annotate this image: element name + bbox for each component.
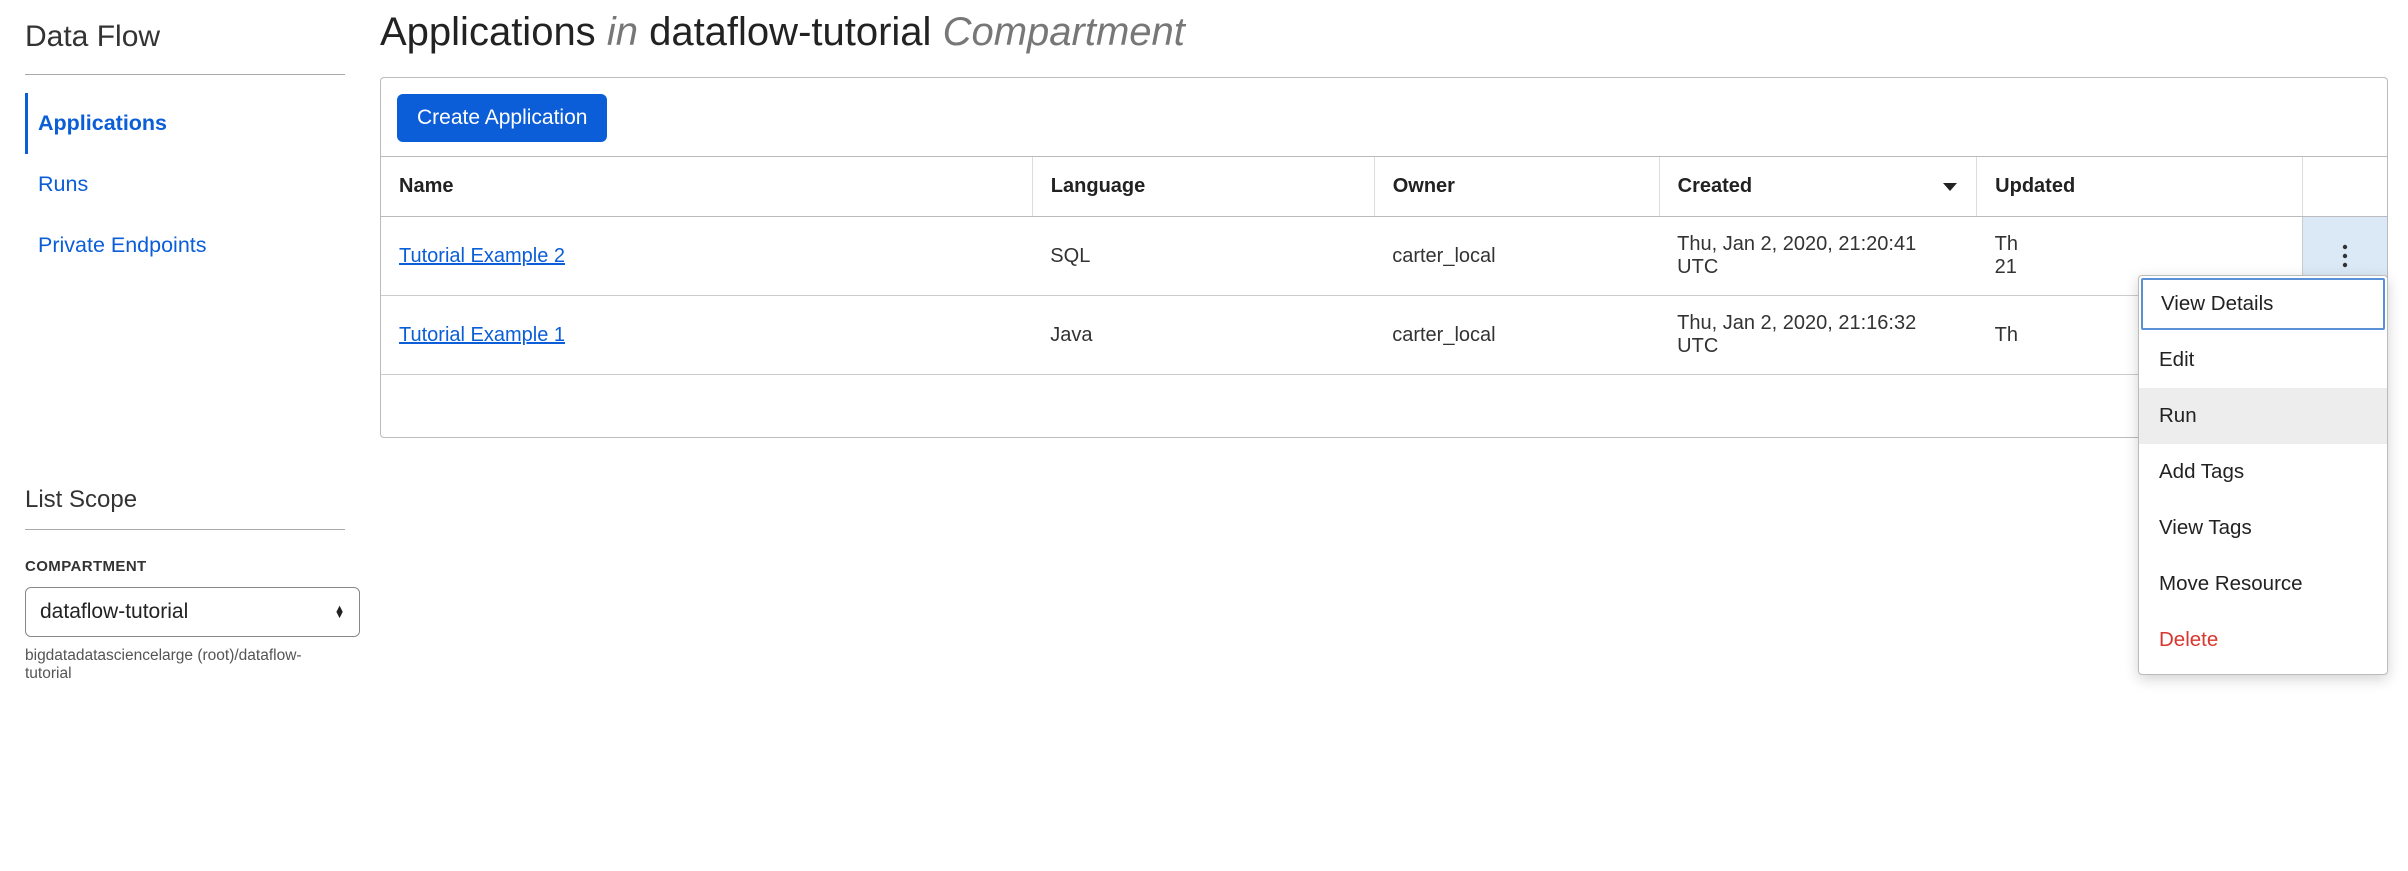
- menu-item-add-tags[interactable]: Add Tags: [2139, 444, 2387, 500]
- cell-owner: carter_local: [1374, 217, 1659, 296]
- column-header-name-label: Name: [399, 175, 453, 198]
- sidebar: Data Flow Applications Runs Private Endp…: [0, 0, 370, 871]
- compartment-path: bigdatadatasciencelarge (root)/dataflow-…: [25, 647, 345, 683]
- cell-created: Thu, Jan 2, 2020, 21:16:32 UTC: [1659, 296, 1977, 375]
- select-stepper-icon: ▲▼: [334, 606, 345, 618]
- menu-item-edit[interactable]: Edit: [2139, 332, 2387, 388]
- applications-panel: Create Application Name Language Owner: [380, 77, 2388, 438]
- menu-item-run[interactable]: Run: [2139, 388, 2387, 444]
- column-header-language-label: Language: [1051, 175, 1145, 198]
- column-header-actions: [2302, 157, 2387, 217]
- page-title-suffix: Compartment: [943, 10, 1185, 54]
- table-header-row: Name Language Owner Created: [381, 157, 2387, 217]
- compartment-label: COMPARTMENT: [25, 558, 345, 575]
- menu-item-delete[interactable]: Delete: [2139, 612, 2387, 668]
- panel-toolbar: Create Application: [381, 78, 2387, 157]
- cell-language: SQL: [1032, 217, 1374, 296]
- table-row: Tutorial Example 1 Java carter_local Thu…: [381, 296, 2387, 375]
- sort-desc-icon: [1942, 175, 1958, 198]
- column-header-created-label: Created: [1678, 175, 1752, 198]
- page-title-entity: Applications: [380, 10, 596, 54]
- column-header-created[interactable]: Created: [1659, 157, 1977, 217]
- main-content: Applications in dataflow-tutorial Compar…: [370, 0, 2408, 871]
- sidebar-nav: Applications Runs Private Endpoints: [25, 93, 345, 276]
- page-title: Applications in dataflow-tutorial Compar…: [380, 10, 2388, 55]
- create-application-button[interactable]: Create Application: [397, 94, 607, 142]
- menu-item-view-details[interactable]: View Details: [2141, 278, 2385, 330]
- application-link[interactable]: Tutorial Example 1: [399, 324, 565, 346]
- column-header-owner-label: Owner: [1393, 175, 1455, 198]
- page-title-compartment: dataflow-tutorial: [649, 10, 931, 54]
- cell-owner: carter_local: [1374, 296, 1659, 375]
- column-header-name[interactable]: Name: [381, 157, 1032, 217]
- menu-item-view-tags[interactable]: View Tags: [2139, 500, 2387, 556]
- page-title-connector: in: [607, 10, 638, 54]
- list-scope-section: List Scope COMPARTMENT dataflow-tutorial…: [25, 486, 345, 683]
- list-scope-title: List Scope: [25, 486, 345, 530]
- sidebar-title: Data Flow: [25, 20, 345, 75]
- cell-updated-line2: 21: [1995, 256, 2017, 278]
- table-footer: Showing 2: [381, 375, 2387, 437]
- sidebar-item-applications[interactable]: Applications: [25, 93, 345, 154]
- applications-table: Name Language Owner Created: [381, 157, 2387, 375]
- column-header-updated-label: Updated: [1995, 175, 2075, 198]
- kebab-icon: [2342, 244, 2348, 268]
- compartment-select-value: dataflow-tutorial: [40, 600, 188, 624]
- cell-updated-line1: Th: [1995, 233, 2018, 255]
- sidebar-item-runs[interactable]: Runs: [25, 154, 345, 215]
- column-header-updated[interactable]: Updated: [1977, 157, 2303, 217]
- column-header-owner[interactable]: Owner: [1374, 157, 1659, 217]
- compartment-select[interactable]: dataflow-tutorial ▲▼: [25, 587, 360, 637]
- cell-language: Java: [1032, 296, 1374, 375]
- cell-created: Thu, Jan 2, 2020, 21:20:41 UTC: [1659, 217, 1977, 296]
- row-actions-menu: View Details Edit Run Add Tags View Tags…: [2138, 275, 2388, 675]
- application-link[interactable]: Tutorial Example 2: [399, 245, 565, 267]
- menu-item-move-resource[interactable]: Move Resource: [2139, 556, 2387, 612]
- column-header-language[interactable]: Language: [1032, 157, 1374, 217]
- sidebar-item-private-endpoints[interactable]: Private Endpoints: [25, 215, 345, 276]
- cell-updated-line1: Th: [1995, 324, 2018, 346]
- table-row: Tutorial Example 2 SQL carter_local Thu,…: [381, 217, 2387, 296]
